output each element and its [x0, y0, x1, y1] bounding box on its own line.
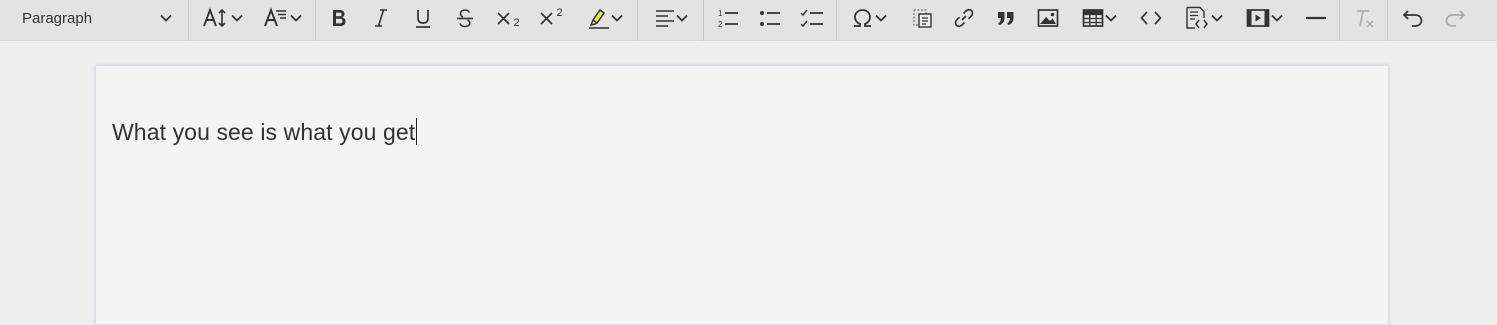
chevron-down-icon — [1271, 14, 1283, 22]
undo-button[interactable] — [1395, 2, 1431, 34]
superscript-digit: 2 — [556, 7, 563, 19]
highlight-button[interactable] — [578, 2, 630, 34]
code-block-icon — [1183, 5, 1211, 31]
paste-icon — [910, 7, 934, 29]
text-cursor — [416, 118, 418, 145]
heading-dropdown-label: Paragraph — [22, 9, 93, 27]
chevron-down-icon — [875, 14, 887, 22]
font-size-icon — [201, 7, 231, 29]
toolbar-separator — [315, 0, 316, 41]
heading-dropdown[interactable]: Paragraph — [10, 2, 178, 34]
block-quote-button[interactable] — [988, 2, 1024, 34]
link-icon — [953, 7, 975, 29]
align-left-icon — [654, 8, 676, 28]
subscript-icon — [496, 10, 512, 26]
chevron-down-icon — [1105, 14, 1117, 22]
editor-toolbar: Paragraph 2 2 1 2 — [0, 0, 1497, 41]
superscript-icon — [539, 10, 555, 26]
svg-text:2: 2 — [718, 20, 723, 29]
strikethrough-icon — [455, 7, 475, 29]
horizontal-line-icon — [1305, 7, 1327, 29]
editor-content-area[interactable]: What you see is what you get — [95, 65, 1389, 325]
media-icon — [1245, 7, 1271, 29]
chevron-down-icon — [611, 14, 623, 22]
editor-paragraph[interactable]: What you see is what you get — [112, 118, 418, 146]
code-button[interactable] — [1133, 2, 1169, 34]
chevron-down-icon — [290, 14, 302, 22]
bulleted-list-icon — [757, 7, 783, 29]
alignment-button[interactable] — [645, 2, 697, 34]
toolbar-separator — [637, 0, 638, 41]
font-family-icon — [262, 7, 290, 29]
toolbar-separator — [836, 0, 837, 41]
editor-text: What you see is what you get — [112, 119, 416, 145]
bold-icon — [329, 7, 349, 29]
toolbar-separator — [1387, 0, 1388, 41]
remove-format-button[interactable] — [1346, 2, 1382, 34]
paste-plain-text-button[interactable] — [904, 2, 940, 34]
special-characters-button[interactable] — [843, 2, 895, 34]
redo-button[interactable] — [1437, 2, 1473, 34]
numbered-list-button[interactable]: 1 2 — [710, 2, 746, 34]
bold-button[interactable] — [322, 2, 356, 34]
undo-icon — [1401, 7, 1425, 29]
checklist-icon — [799, 7, 825, 29]
toolbar-separator — [1339, 0, 1340, 41]
underline-button[interactable] — [406, 2, 440, 34]
todo-list-button[interactable] — [794, 2, 830, 34]
insert-table-button[interactable] — [1073, 2, 1125, 34]
subscript-digit: 2 — [513, 17, 520, 29]
italic-icon — [371, 7, 391, 29]
redo-icon — [1443, 7, 1467, 29]
chevron-down-icon — [231, 14, 243, 22]
media-embed-button[interactable] — [1237, 2, 1291, 34]
bulleted-list-button[interactable] — [752, 2, 788, 34]
subscript-button[interactable]: 2 — [490, 2, 526, 34]
remove-format-icon — [1352, 7, 1376, 29]
insert-image-button[interactable] — [1030, 2, 1066, 34]
image-icon — [1036, 7, 1060, 29]
code-icon — [1139, 7, 1163, 29]
chevron-down-icon — [1211, 14, 1223, 22]
font-family-button[interactable] — [256, 2, 308, 34]
italic-button[interactable] — [364, 2, 398, 34]
horizontal-line-button[interactable] — [1298, 2, 1334, 34]
highlighter-icon — [585, 6, 611, 30]
chevron-down-icon — [160, 14, 172, 22]
quote-icon — [995, 8, 1017, 28]
superscript-button[interactable]: 2 — [533, 2, 569, 34]
toolbar-separator — [703, 0, 704, 41]
link-button[interactable] — [946, 2, 982, 34]
table-icon — [1081, 7, 1105, 29]
svg-text:1: 1 — [718, 9, 723, 18]
strikethrough-button[interactable] — [448, 2, 482, 34]
chevron-down-icon — [676, 14, 688, 22]
omega-icon — [851, 7, 875, 29]
toolbar-separator — [188, 0, 189, 41]
code-block-button[interactable] — [1176, 2, 1230, 34]
font-size-button[interactable] — [196, 2, 248, 34]
underline-icon — [413, 7, 433, 29]
numbered-list-icon: 1 2 — [715, 7, 741, 29]
